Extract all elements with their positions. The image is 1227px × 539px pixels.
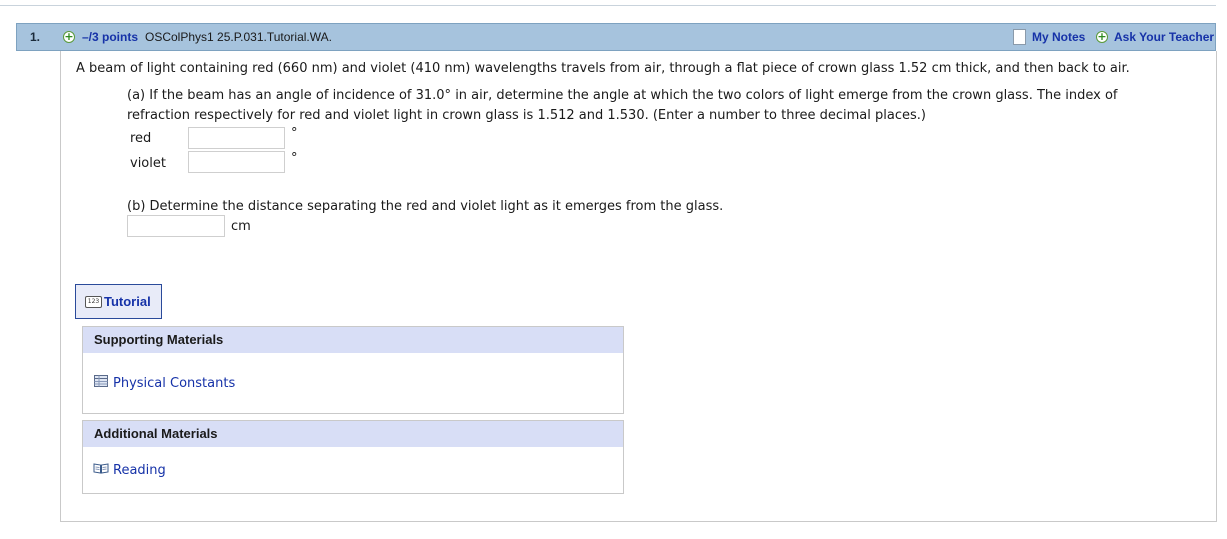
supporting-materials-title: Supporting Materials	[83, 327, 623, 353]
question-intro: A beam of light containing red (660 nm) …	[76, 61, 1130, 76]
part-a-text-line1: (a) If the beam has an angle of incidenc…	[127, 88, 1118, 103]
ask-plus-icon[interactable]: +	[1096, 31, 1108, 43]
distance-unit: cm	[231, 219, 251, 234]
supporting-materials-panel: Supporting Materials	[82, 326, 624, 414]
question-number: 1.	[30, 30, 41, 44]
violet-label: violet	[130, 156, 166, 171]
part-a-text-line2: refraction respectively for red and viol…	[127, 108, 926, 123]
additional-materials-title: Additional Materials	[83, 421, 623, 447]
123-badge-icon: 123	[85, 296, 102, 308]
book-icon	[93, 463, 109, 474]
violet-degree-unit: °	[291, 151, 298, 166]
violet-angle-input[interactable]	[188, 151, 285, 173]
top-divider	[0, 5, 1216, 6]
red-angle-input[interactable]	[188, 127, 285, 149]
tutorial-label: Tutorial	[104, 294, 151, 309]
notes-icon[interactable]	[1013, 29, 1026, 45]
red-degree-unit: °	[291, 126, 298, 141]
table-icon	[94, 375, 108, 387]
distance-input[interactable]	[127, 215, 225, 237]
reading-link[interactable]: Reading	[113, 463, 166, 478]
ask-teacher-link[interactable]: Ask Your Teacher	[1114, 30, 1214, 44]
my-notes-link[interactable]: My Notes	[1032, 30, 1085, 44]
points-link[interactable]: –/3 points	[82, 30, 138, 44]
tutorial-button[interactable]: 123 Tutorial	[75, 284, 162, 319]
assignment-id: OSColPhys1 25.P.031.Tutorial.WA.	[145, 30, 332, 44]
additional-materials-panel: Additional Materials	[82, 420, 624, 494]
question-header: 1. + –/3 points OSColPhys1 25.P.031.Tuto…	[16, 23, 1216, 51]
part-b-text: (b) Determine the distance separating th…	[127, 199, 724, 214]
red-label: red	[130, 131, 152, 146]
physical-constants-link[interactable]: Physical Constants	[113, 376, 235, 391]
expand-plus-icon[interactable]: +	[63, 31, 75, 43]
